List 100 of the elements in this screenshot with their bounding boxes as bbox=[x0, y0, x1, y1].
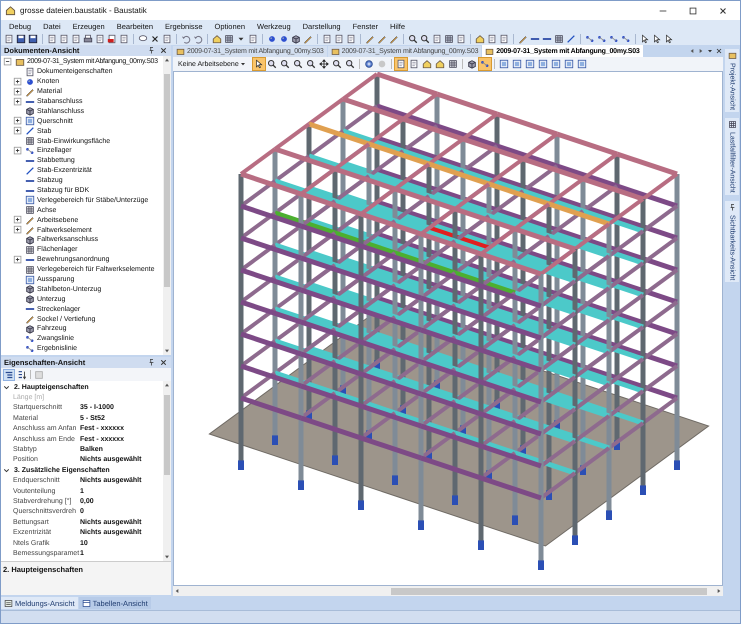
nodes-icon[interactable] bbox=[621, 34, 631, 44]
tool-button[interactable] bbox=[408, 58, 420, 70]
grid-icon bbox=[25, 244, 35, 255]
pointer-icon bbox=[254, 59, 264, 69]
scrollbar[interactable] bbox=[163, 381, 171, 561]
nodes-icon[interactable] bbox=[597, 34, 607, 44]
cross-icon[interactable] bbox=[150, 34, 160, 44]
tool-button[interactable] bbox=[446, 58, 459, 70]
tool-button[interactable] bbox=[362, 58, 375, 70]
document-icon[interactable] bbox=[47, 34, 57, 44]
tool-button[interactable] bbox=[292, 58, 304, 70]
printer-icon[interactable] bbox=[83, 34, 93, 44]
document-icon[interactable] bbox=[456, 34, 466, 44]
line-icon[interactable] bbox=[566, 34, 576, 44]
tool-button[interactable] bbox=[318, 58, 330, 70]
save-icon[interactable] bbox=[16, 34, 26, 44]
cube-icon[interactable] bbox=[291, 34, 301, 44]
nodes-icon[interactable] bbox=[609, 34, 619, 44]
document-icon[interactable] bbox=[4, 34, 14, 44]
tool-button[interactable] bbox=[304, 58, 317, 70]
expand-icon[interactable] bbox=[13, 225, 23, 236]
pencil-icon bbox=[25, 86, 35, 97]
tool-button[interactable] bbox=[278, 58, 291, 70]
magnifier-icon bbox=[306, 59, 316, 69]
tool-button[interactable] bbox=[266, 58, 278, 70]
nodes-icon bbox=[25, 334, 35, 344]
document-icon[interactable] bbox=[499, 34, 509, 44]
tool-button[interactable] bbox=[434, 58, 446, 70]
up-arrow-icon[interactable] bbox=[163, 381, 171, 389]
tool-button[interactable] bbox=[252, 58, 265, 70]
right-arrow-icon[interactable] bbox=[697, 47, 705, 55]
document-icon[interactable] bbox=[71, 34, 81, 44]
alphabetical-sort-icon[interactable] bbox=[17, 370, 27, 380]
right-arrow-icon[interactable] bbox=[715, 587, 723, 595]
close-icon bbox=[718, 6, 728, 16]
document-icon[interactable] bbox=[432, 34, 442, 44]
move-icon bbox=[318, 59, 329, 69]
nodes-icon[interactable] bbox=[585, 34, 595, 44]
nodes-icon bbox=[25, 146, 35, 156]
scrollbar-thumb[interactable] bbox=[164, 395, 170, 475]
close-icon[interactable] bbox=[159, 358, 168, 367]
down-arrow-icon[interactable] bbox=[163, 553, 171, 561]
line-icon bbox=[25, 126, 35, 136]
scrollbar[interactable] bbox=[173, 586, 723, 596]
line-icon bbox=[25, 166, 35, 176]
pin-icon[interactable] bbox=[147, 46, 156, 55]
document-icon[interactable] bbox=[248, 34, 258, 44]
expand-icon[interactable] bbox=[13, 126, 23, 136]
scrollbar[interactable] bbox=[163, 56, 171, 355]
pin-icon[interactable] bbox=[147, 358, 156, 367]
cube-icon bbox=[25, 284, 35, 294]
tool-button[interactable] bbox=[466, 58, 478, 70]
categorized-icon[interactable] bbox=[4, 370, 14, 380]
document-icon bbox=[408, 59, 419, 69]
grid-icon[interactable] bbox=[224, 34, 234, 44]
document-icon[interactable] bbox=[334, 34, 344, 44]
scrollbar-thumb[interactable] bbox=[164, 74, 170, 287]
magnifier-icon[interactable] bbox=[420, 34, 430, 44]
grid-icon[interactable] bbox=[554, 34, 564, 44]
expand-icon[interactable] bbox=[13, 116, 23, 126]
document-icon[interactable] bbox=[322, 34, 332, 44]
close-icon[interactable] bbox=[715, 47, 723, 55]
document-icon[interactable] bbox=[346, 34, 356, 44]
cube-icon bbox=[25, 106, 35, 116]
document-icon[interactable] bbox=[119, 34, 129, 44]
tool-button[interactable] bbox=[330, 58, 343, 70]
tool-button[interactable] bbox=[394, 58, 407, 70]
collapse-icon[interactable] bbox=[3, 56, 13, 67]
close-icon[interactable] bbox=[159, 46, 168, 55]
nodes-icon bbox=[25, 344, 35, 354]
document-icon[interactable] bbox=[59, 34, 69, 44]
document-icon[interactable] bbox=[487, 34, 497, 44]
tool-button[interactable] bbox=[344, 58, 356, 70]
tool-button[interactable] bbox=[420, 58, 433, 70]
document-icon bbox=[25, 66, 35, 77]
pdf-icon[interactable] bbox=[107, 34, 117, 44]
frame-icon bbox=[25, 274, 35, 285]
save-icon[interactable] bbox=[28, 34, 38, 44]
scrollbar-thumb[interactable] bbox=[391, 588, 707, 594]
sphere-icon bbox=[25, 76, 35, 87]
speech-bubble-icon[interactable] bbox=[138, 34, 148, 44]
up-arrow-icon[interactable] bbox=[163, 56, 171, 64]
expand-icon[interactable] bbox=[13, 215, 23, 226]
pencil-icon bbox=[25, 225, 35, 236]
left-arrow-icon[interactable] bbox=[688, 47, 696, 55]
expand-icon[interactable] bbox=[13, 96, 23, 107]
magnifier-icon[interactable] bbox=[408, 34, 418, 44]
caret-icon[interactable] bbox=[706, 47, 714, 55]
grid-icon[interactable] bbox=[444, 34, 454, 44]
document-icon bbox=[396, 59, 406, 69]
left-arrow-icon[interactable] bbox=[173, 587, 181, 595]
expand-icon[interactable] bbox=[13, 254, 23, 265]
expand-icon[interactable] bbox=[13, 146, 23, 156]
expand-icon[interactable] bbox=[13, 76, 23, 87]
expand-icon[interactable] bbox=[13, 86, 23, 97]
document-icon[interactable] bbox=[162, 34, 172, 44]
circle-icon bbox=[364, 59, 374, 69]
down-arrow-icon[interactable] bbox=[163, 347, 171, 355]
document-icon[interactable] bbox=[95, 34, 105, 44]
cube-icon bbox=[25, 324, 35, 334]
